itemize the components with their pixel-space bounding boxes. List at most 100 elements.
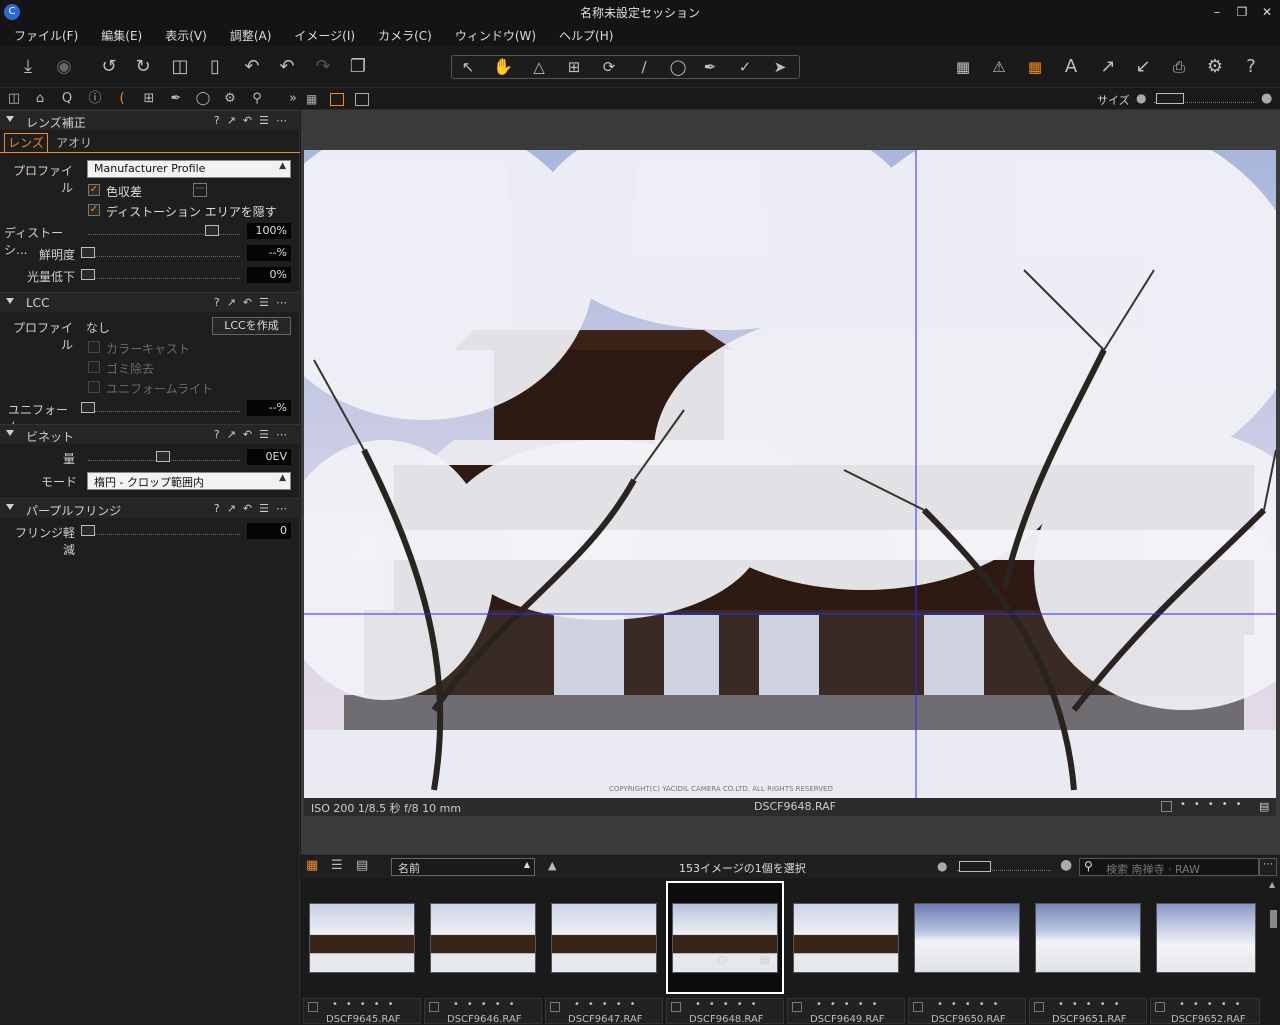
uniform-slider-knob[interactable] (81, 402, 95, 413)
close-icon[interactable]: ✕ (1255, 2, 1279, 22)
thumbnail[interactable] (1029, 883, 1147, 991)
rotate-left-icon[interactable]: ↺ (96, 54, 122, 80)
viewer-layout-icon[interactable]: ▦ (950, 54, 976, 80)
annotation-icon[interactable]: ➤ (767, 54, 793, 80)
menu-help[interactable]: ヘルプ(H) (545, 24, 622, 44)
trash-icon[interactable]: ▯ (202, 54, 228, 80)
menu-edit[interactable]: 編集(E) (87, 24, 151, 44)
vignette-header[interactable]: ビネット ?↗↶☰⋯ (0, 424, 300, 444)
sharpness-value[interactable]: --% (247, 245, 291, 261)
apply-adjust-icon[interactable]: ↙ (1130, 54, 1156, 80)
thumb-rating[interactable]: ••••• (574, 999, 644, 1010)
browser-scrollbar[interactable]: ▲ (1267, 880, 1280, 1024)
chromatic-options-button[interactable]: ⋯ (193, 183, 207, 197)
maximize-icon[interactable]: ❐ (1230, 2, 1254, 22)
thumb-checkbox[interactable] (1034, 1002, 1044, 1012)
thumb-size-knob[interactable] (959, 861, 991, 872)
sort-direction-icon[interactable]: ▲ (548, 859, 556, 872)
crop-icon[interactable]: ⊞ (561, 54, 587, 80)
lens-profile-select[interactable]: Manufacturer Profile ▲ (87, 160, 291, 178)
multi-view-icon[interactable]: ▦ (306, 92, 321, 106)
exposure-warning-icon[interactable]: ⚠ (986, 54, 1012, 80)
list-view-icon[interactable]: ☰ (331, 858, 343, 873)
select-cursor-icon[interactable]: ↖ (455, 54, 481, 80)
thumb-checkbox[interactable] (671, 1002, 681, 1012)
chromatic-checkbox[interactable]: ✓ (88, 184, 100, 196)
spot-removal-icon[interactable]: ◯ (665, 54, 691, 80)
viewer-menu-icon[interactable]: ▤ (1259, 800, 1269, 813)
thumbnail[interactable] (303, 883, 421, 991)
pan-hand-icon[interactable]: ✋ (490, 54, 516, 80)
grid-icon[interactable]: ▦ (1022, 54, 1048, 80)
size-slider-knob[interactable] (1156, 93, 1184, 104)
library-tab-icon[interactable]: ◫ (4, 90, 24, 108)
picker-icon[interactable]: ✓ (732, 54, 758, 80)
capture-tab-icon[interactable]: ⌂ (30, 90, 50, 108)
tab-movement[interactable]: アオリ (52, 134, 96, 152)
uniform-value[interactable]: --% (247, 400, 291, 416)
text-overlay-icon[interactable]: A (1058, 54, 1084, 80)
settings-gear-icon[interactable]: ⚙ (1202, 54, 1228, 80)
single-view-icon[interactable] (330, 93, 344, 106)
rotate-right-icon[interactable]: ↻ (130, 54, 156, 80)
thumb-rating[interactable]: ••••• (1179, 999, 1249, 1010)
undo-icon[interactable]: ↶ (274, 54, 300, 80)
menu-image[interactable]: イメージ(I) (280, 24, 364, 44)
scroll-up-icon[interactable]: ▲ (1269, 880, 1275, 889)
thumbnail[interactable] (1150, 883, 1260, 991)
thumb-rating[interactable]: ••••• (1058, 999, 1128, 1010)
fringe-slider[interactable] (88, 525, 240, 535)
sharpness-slider[interactable] (88, 247, 240, 257)
brush-icon[interactable]: ✒ (697, 54, 723, 80)
hide-distortion-checkbox[interactable]: ✓ (88, 204, 100, 216)
details-tab-icon[interactable]: ✒ (166, 90, 186, 108)
fringe-slider-knob[interactable] (81, 525, 95, 536)
amount-value[interactable]: 0EV (247, 449, 291, 465)
create-lcc-button[interactable]: LCCを作成 (212, 317, 291, 335)
menu-adjust[interactable]: 調整(A) (216, 24, 281, 44)
composition-tab-icon[interactable]: ⊞ (139, 90, 159, 108)
lens-correction-header[interactable]: レンズ補正 ?↗↶☰⋯ (0, 110, 300, 130)
primary-view-icon[interactable] (355, 93, 369, 106)
distortion-value[interactable]: 100% (247, 223, 291, 239)
section-tools-icon[interactable]: ?↗↶☰⋯ (214, 502, 294, 515)
amount-slider-knob[interactable] (156, 451, 170, 462)
menu-view[interactable]: 表示(V) (151, 24, 216, 44)
lens-tab-icon[interactable]: ( (112, 90, 132, 108)
import-icon[interactable]: ⤓ (15, 54, 41, 80)
minimize-icon[interactable]: – (1205, 2, 1229, 22)
purple-fringe-header[interactable]: パープルフリンジ ?↗↶☰⋯ (0, 498, 300, 518)
thumb-checkbox[interactable] (913, 1002, 923, 1012)
search-input[interactable]: ⚲ 検索 南禅寺 · RAW (1079, 858, 1259, 876)
section-tools-icon[interactable]: ?↗↶☰⋯ (214, 296, 294, 309)
section-tools-icon[interactable]: ?↗↶☰⋯ (214, 114, 294, 127)
thumbnail[interactable] (908, 883, 1026, 991)
falloff-slider-knob[interactable] (81, 269, 95, 280)
thumbnail[interactable] (787, 883, 905, 991)
thumb-rating[interactable]: ••••• (695, 999, 765, 1010)
filter-menu-icon[interactable]: ⋯ (1259, 858, 1277, 876)
help-icon[interactable]: ? (1238, 54, 1264, 80)
straighten-icon[interactable]: ∕ (631, 54, 657, 80)
thumb-checkbox[interactable] (792, 1002, 802, 1012)
uniform-slider[interactable] (88, 402, 240, 412)
distortion-slider-knob[interactable] (205, 225, 219, 236)
redo-icon[interactable]: ↷ (310, 54, 336, 80)
thumb-info-icon[interactable]: ▤ (760, 955, 769, 966)
sharpness-slider-knob[interactable] (81, 247, 95, 258)
menu-file[interactable]: ファイル(F) (0, 24, 87, 44)
thumbnail-selected[interactable]: ⚙ ▤ (666, 881, 784, 994)
uniform-light-checkbox[interactable] (88, 381, 100, 393)
vignette-mode-select[interactable]: 楕円 - クロップ範囲内 ▲ (87, 472, 291, 490)
scrollbar-thumb[interactable] (1270, 910, 1277, 928)
variants-icon[interactable]: ❐ (345, 54, 371, 80)
section-tools-icon[interactable]: ?↗↶☰⋯ (214, 428, 294, 441)
lcc-header[interactable]: LCC ?↗↶☰⋯ (0, 292, 300, 312)
thumb-rating[interactable]: ••••• (816, 999, 886, 1010)
print-icon[interactable]: ⎙ (1166, 54, 1192, 80)
thumb-checkbox[interactable] (429, 1002, 439, 1012)
thumb-checkbox[interactable] (550, 1002, 560, 1012)
filmstrip-view-icon[interactable]: ▤ (356, 858, 368, 873)
thumbnail[interactable] (424, 883, 542, 991)
copy-adjust-icon[interactable]: ↗ (1095, 54, 1121, 80)
